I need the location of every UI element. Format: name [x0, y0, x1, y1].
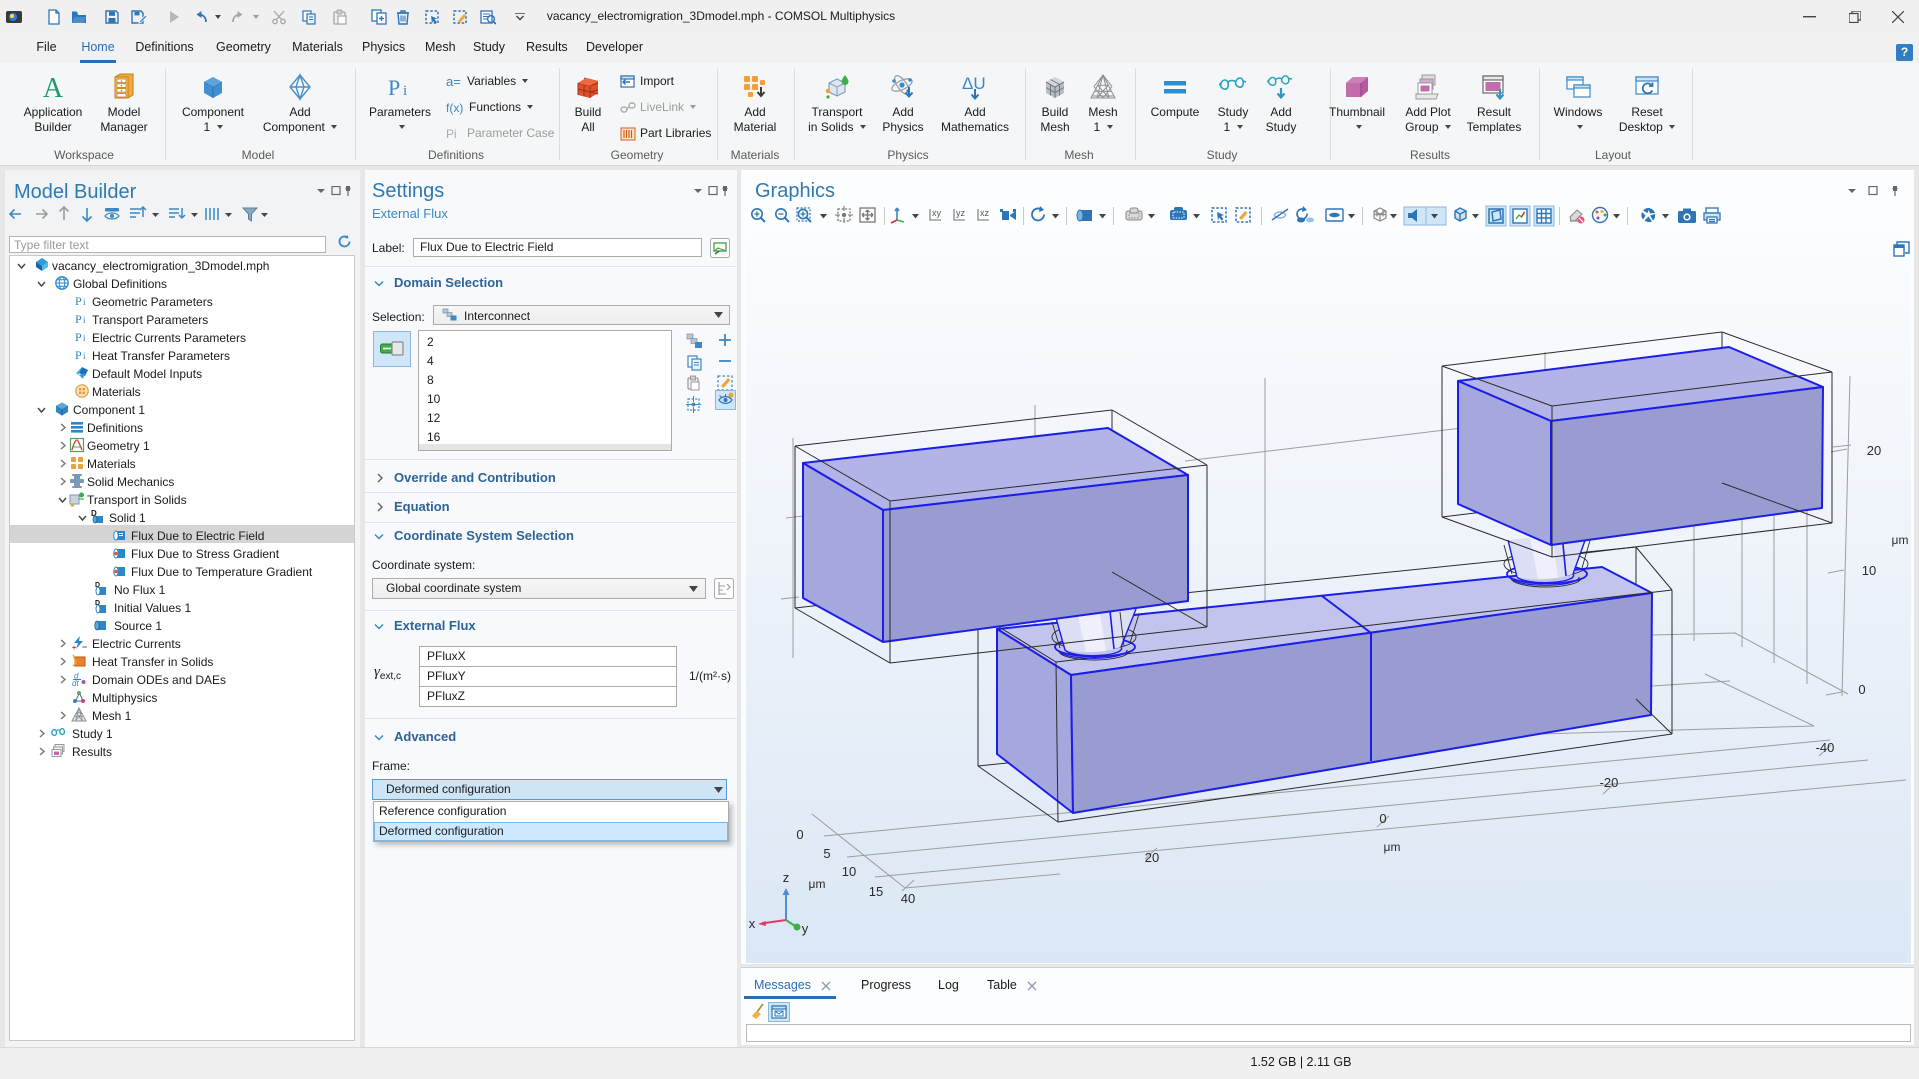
svg-text:a=: a=	[446, 75, 461, 89]
svg-text:0: 0	[1379, 811, 1386, 826]
svg-text:5: 5	[823, 846, 830, 861]
svg-text:P: P	[388, 75, 400, 100]
svg-text:i: i	[83, 297, 86, 307]
svg-text:f(x): f(x)	[446, 101, 463, 115]
svg-text:20: 20	[1867, 443, 1881, 458]
svg-text:x: x	[749, 916, 756, 931]
svg-text:10: 10	[842, 864, 856, 879]
svg-text:P: P	[75, 330, 82, 344]
svg-text:yz: yz	[956, 208, 966, 218]
svg-text:10: 10	[1862, 563, 1876, 578]
svg-text:z: z	[783, 870, 790, 885]
svg-text:-20: -20	[1600, 775, 1619, 790]
svg-text:0: 0	[1858, 682, 1865, 697]
svg-text:P: P	[75, 312, 82, 326]
svg-text:P: P	[75, 348, 82, 362]
svg-text:μm: μm	[809, 877, 826, 891]
svg-text:i: i	[83, 333, 86, 343]
svg-text:xz: xz	[980, 208, 990, 218]
svg-text:P: P	[75, 294, 82, 308]
svg-text:ΔU: ΔU	[962, 74, 986, 93]
svg-text:i: i	[403, 83, 407, 99]
svg-text:A: A	[43, 73, 64, 101]
svg-text:40: 40	[901, 891, 915, 906]
svg-text:Pi: Pi	[446, 127, 457, 141]
svg-text:0: 0	[796, 827, 803, 842]
svg-text:i: i	[83, 351, 86, 361]
svg-text:20: 20	[1145, 850, 1159, 865]
svg-text:15: 15	[869, 884, 883, 899]
svg-text:+: +	[72, 645, 76, 651]
svg-text:μm: μm	[1892, 533, 1909, 547]
svg-text:dt: dt	[72, 679, 79, 687]
svg-text:y: y	[802, 921, 809, 936]
svg-text:i: i	[83, 315, 86, 325]
svg-text:-40: -40	[1816, 740, 1835, 755]
svg-text:xy: xy	[932, 208, 942, 218]
svg-text:−: −	[82, 642, 87, 651]
svg-text:μm: μm	[1384, 840, 1401, 854]
